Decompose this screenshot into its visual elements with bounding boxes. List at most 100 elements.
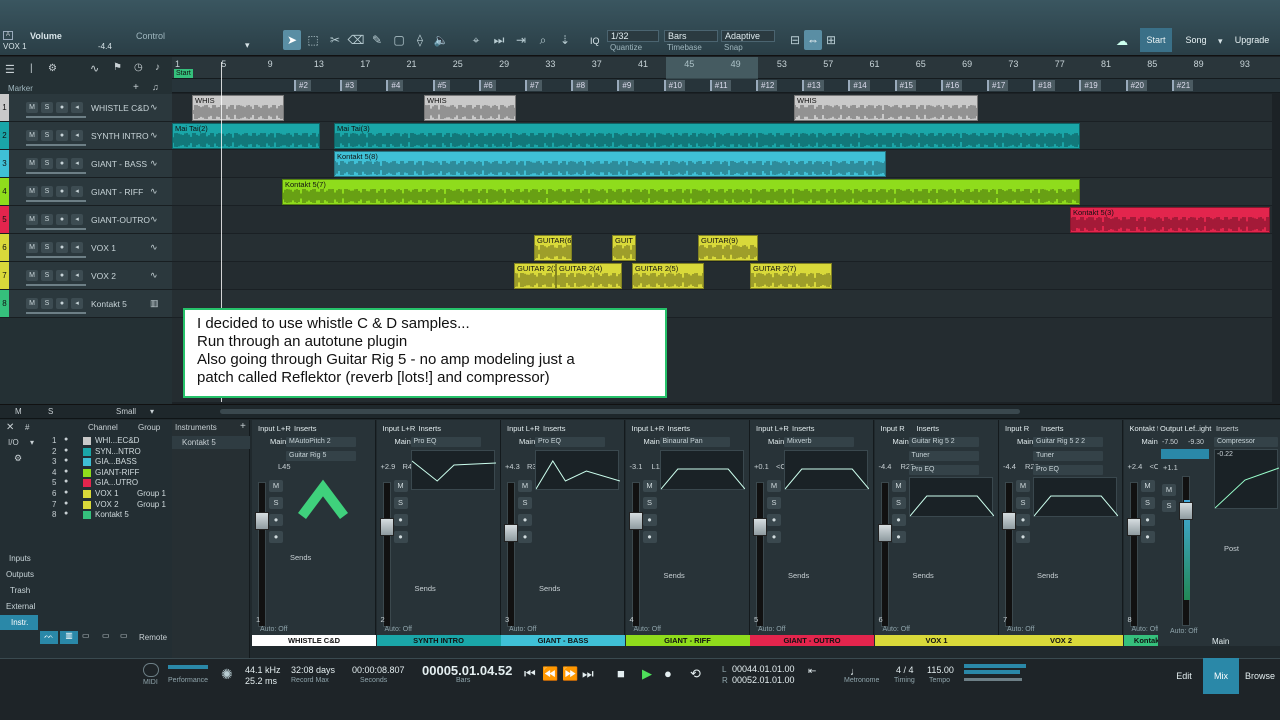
track-volume-slider[interactable]	[26, 228, 86, 230]
monitor-icon[interactable]: ◂	[71, 102, 83, 113]
audio-clip[interactable]: Kontakt 5(8)	[334, 151, 886, 177]
strip-solo-button[interactable]: S	[767, 497, 781, 509]
strip-mute-button[interactable]: M	[518, 480, 532, 492]
add-marker-icon[interactable]: +	[133, 82, 139, 93]
marker[interactable]: #8	[571, 80, 589, 91]
strip-auto[interactable]: Auto: Off	[1007, 626, 1035, 633]
audio-clip[interactable]: GUITAR 2(7)	[750, 263, 832, 289]
audio-clip[interactable]: WHIS	[192, 95, 284, 121]
strip-volume[interactable]: -4.4	[1003, 462, 1016, 471]
audio-clip[interactable]: WHIS	[424, 95, 516, 121]
outputs-button[interactable]: Outputs	[6, 570, 34, 579]
goto-end-icon[interactable]: ⏭	[582, 666, 594, 682]
track-name[interactable]: GIANT - BASS	[91, 159, 147, 169]
record-arm-icon[interactable]: ●	[56, 130, 68, 141]
insert-slot[interactable]: Guitar Rig 5	[286, 451, 356, 461]
menu-icon[interactable]: ☰	[5, 63, 15, 76]
strip-solo-button[interactable]: S	[1016, 497, 1030, 509]
insert-slot[interactable]: Pro EQ	[410, 437, 481, 447]
channel-name[interactable]: GIA...UTRO	[95, 478, 138, 488]
strip-mute-button[interactable]: M	[1140, 480, 1155, 492]
record-arm-icon[interactable]: ●	[269, 514, 283, 526]
visibility-icon[interactable]: ●	[64, 436, 68, 443]
fader-track[interactable]	[258, 482, 266, 627]
track-lane[interactable]	[172, 262, 1272, 290]
strip-auto[interactable]: Auto: Off	[509, 626, 537, 633]
zoom-icon[interactable]: ⌕	[534, 30, 552, 50]
fader-cap[interactable]	[255, 512, 269, 530]
strip-label[interactable]: VOX 2	[999, 635, 1123, 646]
master-mute-button[interactable]: M	[1162, 484, 1176, 496]
nudge-icon[interactable]: ⌖	[467, 30, 485, 50]
track-volume-slider[interactable]	[26, 144, 86, 146]
monitor-icon[interactable]: ●	[518, 531, 532, 543]
record-arm-icon[interactable]: ●	[767, 514, 781, 526]
strip-mute-button[interactable]: M	[269, 480, 283, 492]
strip-solo-button[interactable]: S	[269, 497, 283, 509]
strip-solo-button[interactable]: S	[1140, 497, 1155, 509]
strip-label[interactable]: GIANT - OUTRO	[750, 635, 874, 646]
clock-icon[interactable]: ◷	[134, 62, 143, 73]
start-button[interactable]: Start	[1140, 28, 1172, 52]
eraser-tool-icon[interactable]: ⌫	[347, 30, 365, 50]
record-arm-icon[interactable]: ●	[891, 514, 906, 526]
track-solo-button[interactable]: S	[41, 242, 53, 253]
quantize-select[interactable]: 1/32	[607, 30, 659, 42]
monitor-icon[interactable]: ●	[891, 531, 906, 543]
strip-output[interactable]: Main	[519, 437, 535, 446]
track-volume-slider[interactable]	[26, 116, 86, 118]
track-name[interactable]: VOX 2	[91, 271, 116, 281]
marker[interactable]: #17	[987, 80, 1009, 91]
audio-clip[interactable]: Kontakt 5(7)	[282, 179, 1080, 205]
bars-value[interactable]: 00005.01.04.52	[422, 663, 512, 678]
track-mute-button[interactable]: M	[26, 242, 38, 253]
fader-track[interactable]	[1129, 482, 1138, 627]
track-mute-button[interactable]: M	[26, 130, 38, 141]
waveform-icon[interactable]: ∿	[150, 158, 158, 169]
strip-label[interactable]: SYNTH INTRO	[376, 635, 501, 646]
insert-slot[interactable]: Pro EQ	[1033, 465, 1103, 475]
track-size-button[interactable]: Small	[116, 407, 136, 416]
track-mute-button[interactable]: M	[26, 214, 38, 225]
strip-input[interactable]: Input L+R	[258, 424, 291, 433]
track-mute-button[interactable]: M	[26, 158, 38, 169]
record-icon[interactable]: ●	[664, 666, 672, 681]
monitor-icon[interactable]: ◂	[71, 298, 83, 309]
close-icon[interactable]: ✕	[6, 422, 14, 433]
track-name[interactable]: WHISTLE C&D	[91, 103, 149, 113]
start-marker[interactable]: Start	[174, 69, 193, 78]
fader-track[interactable]	[880, 482, 889, 627]
timebase-select[interactable]: Bars	[664, 30, 718, 42]
record-arm-icon[interactable]: ●	[56, 214, 68, 225]
track-solo-button[interactable]: S	[41, 270, 53, 281]
track-header[interactable]: 3 M S ● ◂ GIANT - BASS ∿	[0, 150, 172, 178]
chevron-down-icon[interactable]: ▾	[245, 40, 250, 51]
record-arm-icon[interactable]: ●	[518, 514, 532, 526]
forward-icon[interactable]: ⏩	[562, 666, 578, 682]
strip-auto[interactable]: Auto: Off	[260, 626, 288, 633]
insert-slot[interactable]: Pro EQ	[535, 437, 605, 447]
master-post[interactable]: Post	[1224, 544, 1239, 553]
upgrade-button[interactable]: Upgrade	[1232, 28, 1272, 52]
track-mute-button[interactable]: M	[26, 186, 38, 197]
strip-mute-button[interactable]: M	[891, 480, 906, 492]
track-name[interactable]: Kontakt 5	[91, 299, 127, 309]
loop-icon[interactable]: ⟲	[690, 666, 701, 682]
timeline-ruler[interactable]: 1 5 9 13 17 21 25 29 33 37 41 45 49 53 57 61 65 69 73 77 81 8…	[172, 57, 1280, 79]
vca-icon[interactable]: ▭	[120, 631, 128, 640]
marker[interactable]: #9	[617, 80, 635, 91]
track-header[interactable]: 2 M S ● ◂ SYNTH INTRO ∿	[0, 122, 172, 150]
fader-track[interactable]	[1005, 482, 1013, 627]
track-solo-button[interactable]: S	[41, 130, 53, 141]
inputs-button[interactable]: Inputs	[9, 554, 31, 563]
strip-pan[interactable]: L45	[278, 462, 291, 471]
range-tool-icon[interactable]: ⬚	[304, 30, 322, 50]
strip-output[interactable]: Main	[395, 437, 411, 446]
loop-follow-icon[interactable]: ⇥	[512, 30, 530, 50]
midi-icon[interactable]	[143, 663, 159, 677]
strip-input[interactable]: Input L+R	[507, 424, 540, 433]
audio-clip[interactable]: GUITAR 2(3)	[514, 263, 556, 289]
audio-clip[interactable]: WHIS	[794, 95, 978, 121]
master-solo-button[interactable]: S	[1162, 500, 1176, 512]
key-icon[interactable]: ♪	[155, 62, 160, 73]
